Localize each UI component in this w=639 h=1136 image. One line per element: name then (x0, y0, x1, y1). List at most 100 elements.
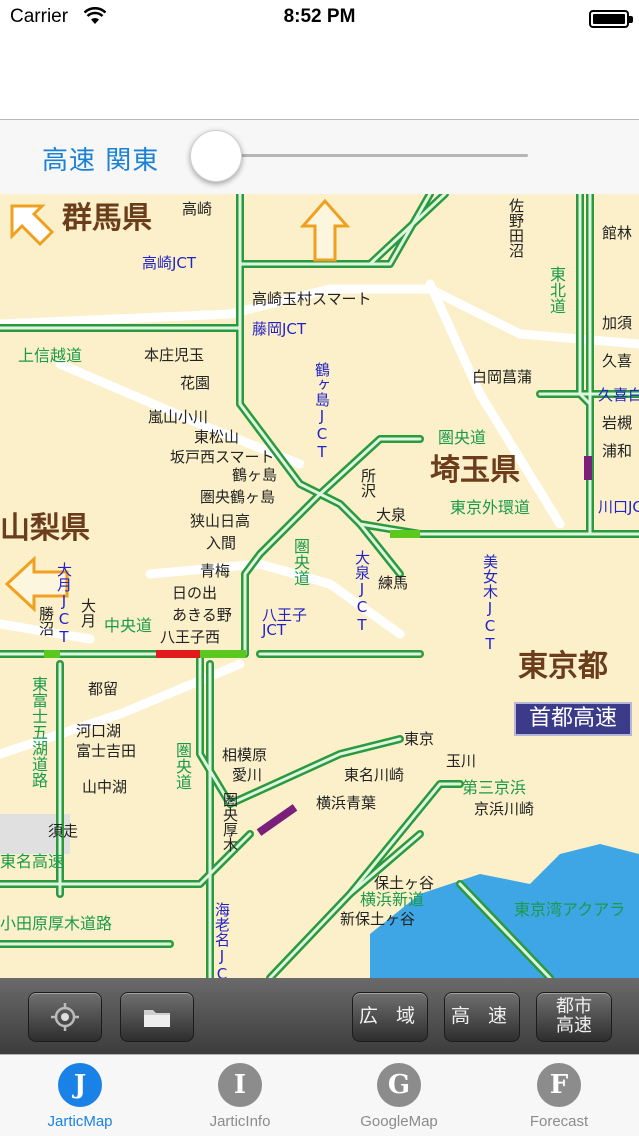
clock: 8:52 PM (283, 6, 356, 27)
slider-thumb[interactable] (190, 130, 242, 182)
ic-label[interactable]: 練馬 (378, 576, 408, 591)
ic-label[interactable]: 大泉 (376, 508, 406, 523)
highway-button[interactable]: 高 速 (444, 992, 520, 1042)
ic-label[interactable]: 高崎 (182, 202, 212, 217)
ic-label[interactable]: 大月 (79, 598, 97, 628)
ic-label[interactable]: 新保土ヶ谷 (340, 912, 415, 927)
j-circle-icon: J (58, 1063, 102, 1107)
ic-label[interactable]: 加須 (602, 316, 632, 331)
ic-label[interactable]: 花園 (180, 376, 210, 391)
jct-kuki-shirakobato[interactable]: 久喜白 (598, 388, 639, 403)
road-daisan-keihin: 第三京浜 (462, 778, 527, 797)
ic-label[interactable]: 東京 (404, 732, 434, 747)
road-aqua-line: 東京湾アクアラ (514, 900, 626, 919)
road-gaikan: 東京外環道 (450, 498, 531, 517)
jct-otsuki[interactable]: 大月JCT (55, 562, 73, 646)
ic-label[interactable]: 玉川 (446, 754, 476, 769)
ic-label[interactable]: 勝沼 (37, 606, 55, 636)
tab-label: GoogleMap (360, 1113, 438, 1130)
current-location-button[interactable] (28, 992, 102, 1042)
ic-label[interactable]: 岩槻 (602, 416, 632, 431)
ic-label[interactable]: 山中湖 (82, 780, 127, 795)
tab-label: JarticMap (47, 1113, 113, 1130)
ic-label[interactable]: 佐野田沼 (507, 198, 525, 258)
ic-label[interactable]: 相模原 (222, 748, 267, 763)
ic-label[interactable]: 愛川 (232, 768, 262, 783)
ic-label[interactable]: 圏央鶴ヶ島 (200, 490, 275, 505)
ic-label[interactable]: 青梅 (200, 564, 230, 579)
map-toolbar: 広 域 高 速 都市 高速 (0, 978, 639, 1054)
tab-label: Forecast (529, 1113, 589, 1130)
ic-label[interactable]: 坂戸西スマート (170, 450, 275, 465)
prefecture-gunma: 群馬県 (62, 201, 152, 236)
ic-label[interactable]: 白岡菖蒲 (472, 370, 532, 385)
ic-label[interactable]: 保土ヶ谷 (374, 876, 434, 891)
jct-fujioka[interactable]: 藤岡JCT (252, 322, 306, 337)
ic-label[interactable]: 東松山 (194, 430, 239, 445)
road-joshinetsu: 上信越道 (18, 346, 83, 365)
ic-label[interactable]: 狭山日高 (190, 514, 250, 529)
slider-track[interactable] (214, 154, 528, 157)
region-label: 高速 関東 (42, 146, 160, 176)
traffic-map[interactable]: 群馬県 埼玉県 山梨県 東京都 首都高速 高崎JCT 藤岡JCT 鶴ヶ島JCT … (0, 194, 639, 978)
prefecture-tokyo: 東京都 (518, 649, 608, 684)
tab-forecast[interactable]: F Forecast (479, 1063, 639, 1136)
jct-tsurugashima[interactable]: 鶴ヶ島JCT (313, 362, 331, 461)
road-yokohama-shindo: 横浜新道 (360, 890, 425, 909)
crosshair-icon (51, 1003, 79, 1031)
road-odawara-atsugi: 小田原厚木道路 (0, 914, 113, 933)
i-circle-icon: I (218, 1063, 262, 1107)
ic-label[interactable]: 日の出 (172, 586, 217, 601)
road-network (0, 194, 639, 978)
road-fujigoko: 東富士五湖道路 (29, 676, 48, 788)
north-arrow-icon[interactable] (300, 198, 350, 264)
tab-googlemap[interactable]: G GoogleMap (319, 1063, 479, 1136)
g-circle-icon: G (377, 1063, 421, 1107)
ic-label[interactable]: 嵐山小川 (148, 410, 208, 425)
region-slider-row: 高速 関東 (0, 120, 639, 194)
tab-bar: J JarticMap I JarticInfo G GoogleMap F F… (0, 1054, 639, 1136)
tab-jarticinfo[interactable]: I JarticInfo (160, 1063, 320, 1136)
prefecture-saitama: 埼玉県 (430, 453, 520, 488)
ic-label[interactable]: 本庄児玉 (144, 348, 204, 363)
jct-hachioji[interactable]: 八王子JCT (262, 608, 322, 638)
ic-label[interactable]: 都留 (88, 682, 118, 697)
ic-label[interactable]: 河口湖 (76, 724, 121, 739)
urban-expressway-button[interactable]: 都市 高速 (536, 992, 612, 1042)
ic-label[interactable]: 高崎玉村スマート (252, 292, 372, 307)
shuto-expressway-button[interactable]: 首都高速 (514, 702, 632, 736)
ic-label[interactable]: 東名川崎 (344, 768, 404, 783)
ic-label[interactable]: 入間 (206, 536, 236, 551)
folder-icon (144, 1010, 170, 1027)
battery-icon (589, 10, 633, 28)
ic-label[interactable]: 須走 (48, 824, 78, 839)
ic-label[interactable]: 館林 (602, 226, 632, 241)
ic-label[interactable]: 浦和 (602, 444, 632, 459)
jct-bijogi[interactable]: 美女木JCT (481, 554, 499, 653)
northwest-arrow-icon[interactable] (6, 200, 56, 250)
ic-label[interactable]: 所沢 (359, 468, 377, 498)
f-circle-icon: F (537, 1063, 581, 1107)
tab-jarticmap[interactable]: J JarticMap (0, 1063, 160, 1136)
ic-label[interactable]: 八王子西 (160, 630, 220, 645)
ic-label[interactable]: 横浜青葉 (316, 796, 376, 811)
ic-label[interactable]: あきる野 (172, 608, 232, 623)
ic-label[interactable]: 圏央厚木 (221, 792, 239, 852)
status-bar: Carrier 8:52 PM (0, 0, 639, 36)
jct-takasaki[interactable]: 高崎JCT (142, 256, 196, 271)
tab-label: JarticInfo (209, 1113, 271, 1130)
jct-oizumi[interactable]: 大泉JCT (353, 550, 371, 634)
urban-label-line2: 高速 (556, 1015, 592, 1036)
ic-label[interactable]: 富士吉田 (76, 744, 136, 759)
road-kenodo-saitama: 圏央道 (438, 428, 487, 447)
folder-button[interactable] (120, 992, 194, 1042)
road-chuo: 中央道 (104, 616, 153, 635)
prefecture-yamanashi: 山梨県 (0, 511, 90, 546)
wide-area-button[interactable]: 広 域 (352, 992, 428, 1042)
ic-label[interactable]: 久喜 (602, 354, 632, 369)
ic-label[interactable]: 京浜川崎 (474, 802, 534, 817)
jct-ebina[interactable]: 海老名JCT (213, 902, 231, 978)
jct-kawaguchi[interactable]: 川口JC (598, 500, 639, 515)
ic-label[interactable]: 鶴ヶ島 (232, 468, 277, 483)
road-kenodo-west: 圏央道 (291, 538, 310, 586)
